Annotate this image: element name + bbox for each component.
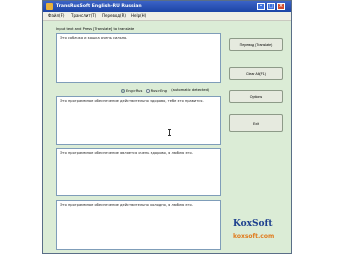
menu-bar: Файл(F) Транслит(T) Перевод(R) Help(H) <box>43 12 291 21</box>
title-bar[interactable]: TransRusSoft English-RU Russian – □ × <box>43 1 291 12</box>
menu-help[interactable]: Help(H) <box>131 13 146 19</box>
radio-empty-icon <box>145 88 150 93</box>
auto-detect-label: (automatic detected) <box>171 88 210 92</box>
radio-selected-icon <box>121 88 125 93</box>
app-window: TransRusSoft English-RU Russian – □ × Фа… <box>42 0 292 254</box>
menu-file[interactable]: Файл(F) <box>48 13 64 19</box>
text-cursor-icon <box>168 129 171 136</box>
clear-all-button[interactable]: Clear All(F1) <box>229 67 283 80</box>
menu-translate[interactable]: Перевод(R) <box>102 13 126 19</box>
output-textarea-3[interactable]: Это программное обеспечение действительн… <box>56 200 221 250</box>
maximize-icon[interactable]: □ <box>267 3 275 10</box>
menu-translit[interactable]: Транслит(T) <box>71 13 96 19</box>
exit-button[interactable]: Exit <box>229 114 283 132</box>
translate-button[interactable]: Перевод (Translate) <box>229 38 283 51</box>
minimize-icon[interactable]: – <box>257 3 265 10</box>
input-textarea[interactable]: Это собачка и кошка очень сильно. <box>56 33 221 83</box>
radio-eng-rus[interactable]: Eng>Rus <box>121 88 142 93</box>
app-icon <box>46 3 53 10</box>
radio-rus-eng[interactable]: Rus>Eng <box>145 88 167 93</box>
koxsoft-logo: KoxSoft koxsoft.com <box>233 219 274 240</box>
input-label: Input text and Press [Translate] to tran… <box>56 27 135 31</box>
logo-sub-text: koxsoft.com <box>233 233 275 240</box>
close-icon[interactable]: × <box>277 3 285 10</box>
direction-group: Eng>Rus Rus>Eng (automatic detected) <box>121 87 209 93</box>
logo-main-text: KoxSoft <box>233 219 273 229</box>
output-textarea-2[interactable]: Это программное обеспечение является оче… <box>56 148 221 196</box>
options-button[interactable]: Options <box>229 90 283 103</box>
output-textarea-1[interactable]: Это программное обеспечение действительн… <box>56 96 221 145</box>
window-title: TransRusSoft English-RU Russian <box>56 4 142 9</box>
